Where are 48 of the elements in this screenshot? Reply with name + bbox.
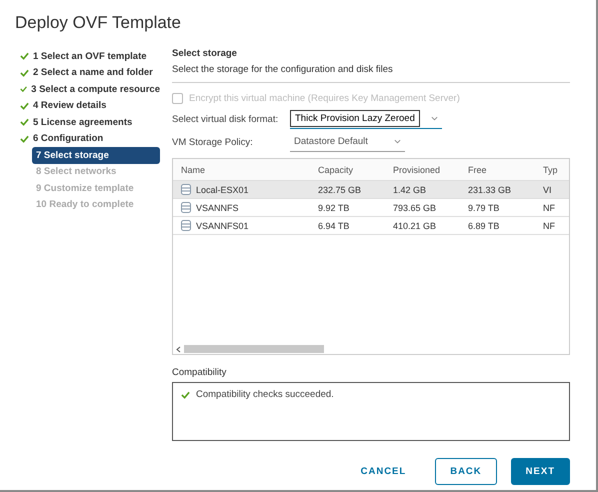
wizard-step[interactable]: 1 Select an OVF template bbox=[20, 48, 160, 64]
wizard-step[interactable]: 4 Review details bbox=[20, 98, 160, 114]
column-header[interactable]: Capacity bbox=[310, 164, 385, 174]
table-cell-text: 6.89 TB bbox=[467, 220, 500, 230]
disk-format-label: Select virtual disk format: bbox=[172, 114, 280, 125]
column-header[interactable]: Free bbox=[460, 164, 535, 174]
table-cell-text: 232.75 GB bbox=[317, 184, 362, 194]
wizard-step[interactable]: 7 Select storage bbox=[32, 147, 160, 164]
table-cell-text: 6.94 TB bbox=[317, 220, 350, 230]
table-row[interactable]: VSANNFS 9.92 TB 793.65 GB 9.79 TB NF bbox=[173, 199, 569, 217]
table-cell-text: VI bbox=[542, 184, 553, 194]
datastore-icon bbox=[181, 202, 191, 213]
table-cell-text: 1.42 GB bbox=[392, 184, 428, 194]
table-row[interactable]: Local-ESX01 232.75 GB 1.42 GB 231.33 GB VI bbox=[173, 181, 569, 199]
table-cell-text: 793.65 GB bbox=[392, 202, 438, 212]
next-button[interactable]: NEXT bbox=[510, 458, 570, 485]
wizard-step[interactable]: 3 Select a compute resource bbox=[20, 81, 160, 98]
storage-policy-label: VM Storage Policy: bbox=[172, 137, 254, 148]
encrypt-label: Encrypt this virtual machine (Requires Key Management Server) bbox=[189, 93, 460, 104]
compatibility-label: Compatibility bbox=[172, 367, 228, 378]
table-cell-text: NF bbox=[542, 202, 556, 212]
wizard-step[interactable]: 5 License agreements bbox=[20, 114, 160, 130]
column-header[interactable]: Name bbox=[173, 164, 310, 174]
column-header[interactable]: Typ bbox=[535, 164, 569, 174]
table-cell-text: NF bbox=[542, 220, 556, 230]
caret-icon bbox=[394, 139, 401, 144]
storage-policy-select[interactable]: Datastore Default bbox=[290, 133, 405, 152]
column-header[interactable]: Provisioned bbox=[385, 164, 460, 174]
page-description: Select the storage for the configuration and disk files bbox=[172, 64, 570, 83]
scroll-left-icon[interactable] bbox=[176, 346, 181, 352]
window-title: Deploy OVF Template bbox=[14, 12, 182, 34]
table-cell-text: 9.79 TB bbox=[467, 202, 500, 212]
table-cell: Local-ESX01 bbox=[173, 184, 310, 195]
table-cell-text: 9.92 TB bbox=[317, 202, 350, 212]
compatibility-message: Compatibility checks succeeded. bbox=[196, 389, 334, 400]
table-cell-text: 410.21 GB bbox=[392, 220, 438, 230]
back-button[interactable]: BACK bbox=[435, 458, 497, 485]
check-icon bbox=[181, 390, 190, 398]
datastore-icon bbox=[181, 220, 191, 231]
table-cell-text: 231.33 GB bbox=[467, 184, 512, 194]
wizard-step[interactable]: 2 Select a name and folder bbox=[20, 64, 160, 81]
caret-icon bbox=[431, 116, 438, 121]
table-row[interactable]: VSANNFS01 6.94 TB 410.21 GB 6.89 TB NF bbox=[173, 217, 569, 235]
table-cell: VSANNFS01 bbox=[173, 220, 310, 231]
wizard-step[interactable]: 6 Configuration bbox=[20, 130, 160, 147]
table-cell: VSANNFS bbox=[173, 202, 310, 213]
datastore-icon bbox=[181, 184, 191, 195]
page-heading: Select storage bbox=[172, 48, 238, 59]
